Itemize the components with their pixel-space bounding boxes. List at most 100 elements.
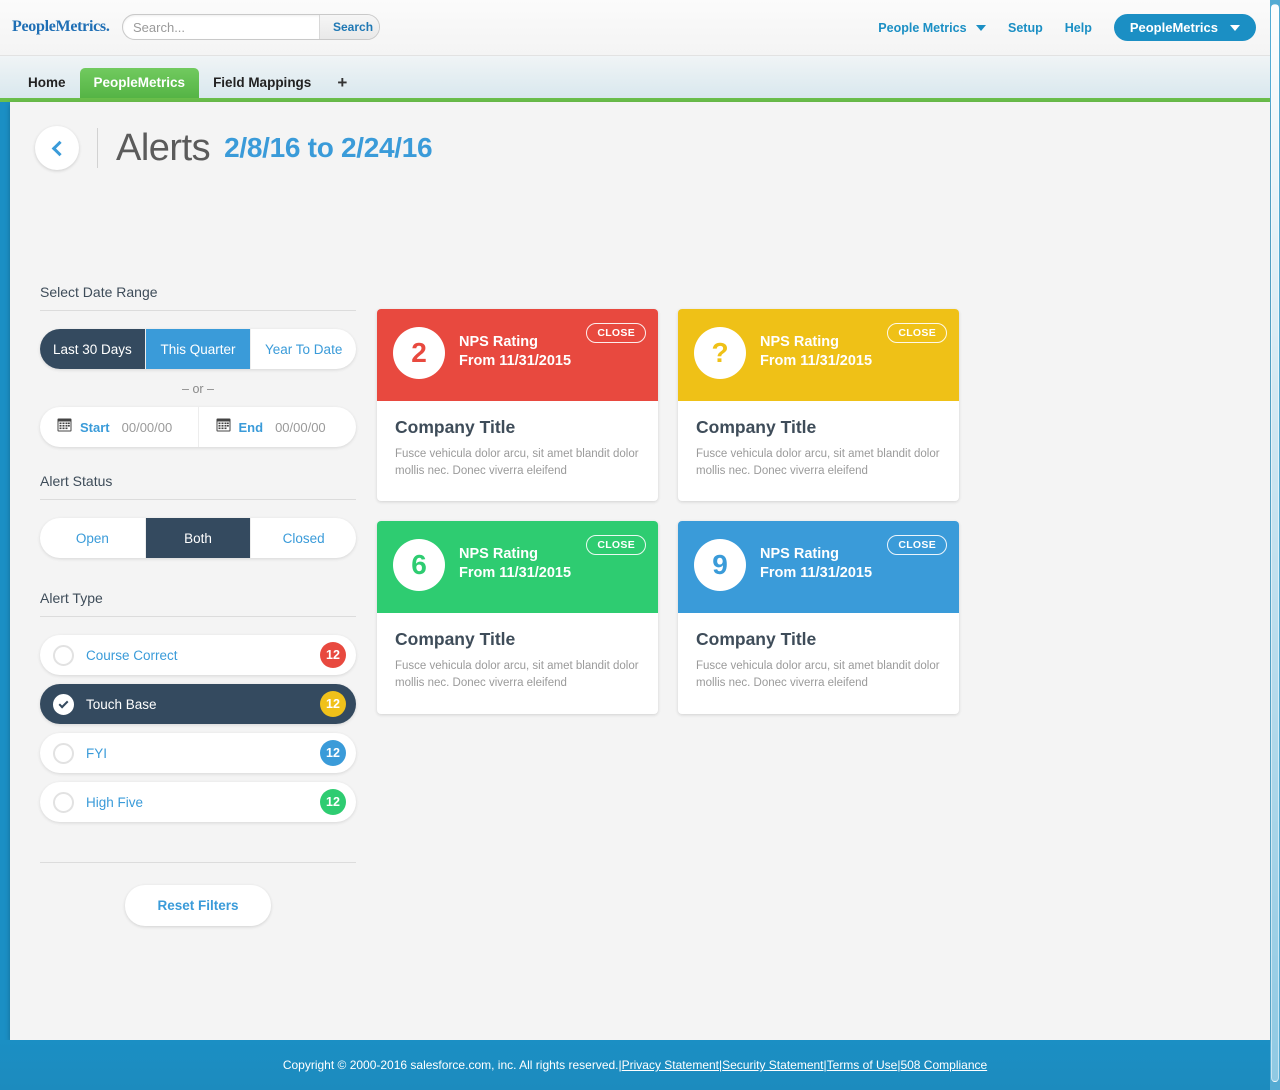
nav-people-metrics[interactable]: People Metrics — [878, 20, 987, 35]
chevron-down-icon — [1230, 24, 1240, 31]
alert-card-body: Company Title Fusce vehicula dolor arcu,… — [377, 401, 658, 501]
search-box[interactable]: Search — [122, 14, 380, 40]
status-badge: 12 — [320, 789, 346, 815]
end-date-value: 00/00/00 — [275, 419, 326, 435]
nav-people-metrics-label: People Metrics — [878, 20, 967, 35]
divider — [40, 616, 356, 617]
scrollbar-thumb[interactable] — [1271, 4, 1279, 1082]
nav-setup[interactable]: Setup — [1008, 21, 1043, 35]
alert-type-label: High Five — [86, 794, 144, 810]
tab-bar: Home PeopleMetrics Field Mappings + — [0, 56, 1270, 102]
alert-description: Fusce vehicula dolor arcu, sit amet blan… — [395, 660, 639, 690]
divider — [40, 499, 356, 500]
search-button[interactable]: Search — [319, 15, 379, 39]
end-date-label: End — [238, 419, 264, 435]
alert-type-label: FYI — [86, 745, 108, 761]
alert-card-header: 6 NPS Rating From 11/31/2015 CLOSE — [377, 521, 658, 614]
alert-status-option-open[interactable]: Open — [40, 518, 146, 558]
alert-description: Fusce vehicula dolor arcu, sit amet blan… — [696, 448, 940, 477]
date-range-option-last-30-days[interactable]: Last 30 Days — [40, 329, 146, 369]
close-button[interactable]: CLOSE — [887, 535, 947, 556]
nav-help[interactable]: Help — [1065, 21, 1092, 35]
page-content: Alerts 2/8/16 to 2/24/16 Select Date Ran… — [10, 102, 1270, 1040]
page-title: Alerts — [116, 126, 211, 169]
alert-type-course-correct[interactable]: Course Correct 12 — [40, 635, 356, 675]
alert-card-body: Company Title Fusce vehicula dolor arcu,… — [678, 613, 959, 713]
alert-status-section-label: Alert Status — [40, 473, 113, 489]
alert-card-header: 2 NPS Rating From 11/31/2015 CLOSE — [377, 309, 658, 401]
alert-company-title: Company Title — [696, 417, 817, 437]
tab-home[interactable]: Home — [14, 68, 80, 98]
tab-peoplemetrics[interactable]: PeopleMetrics — [79, 68, 200, 98]
alert-type-touch-base[interactable]: Touch Base 12 — [40, 684, 356, 724]
divider — [40, 862, 356, 863]
alert-status-segmented-control: Open Both Closed — [40, 518, 356, 558]
alert-type-high-five[interactable]: High Five 12 — [40, 782, 356, 822]
date-range-segmented-control: Last 30 Days This Quarter Year To Date — [40, 329, 356, 369]
alert-card-header-text: NPS Rating From 11/31/2015 — [760, 539, 872, 583]
alert-metric: NPS Rating — [459, 334, 538, 350]
score-circle: 2 — [393, 327, 445, 379]
alert-card-grid: 2 NPS Rating From 11/31/2015 CLOSE Compa… — [377, 309, 1259, 714]
back-button[interactable] — [35, 126, 79, 170]
page-date-range: 2/8/16 to 2/24/16 — [224, 132, 433, 163]
or-separator: – or – — [182, 382, 214, 396]
header-nav: People Metrics Setup Help PeopleMetrics — [878, 14, 1256, 41]
alert-card-header-text: NPS Rating From 11/31/2015 — [459, 539, 571, 583]
alert-status-option-both[interactable]: Both — [145, 518, 252, 558]
tab-field-mappings[interactable]: Field Mappings — [199, 68, 325, 98]
date-range-option-this-quarter[interactable]: This Quarter — [145, 329, 252, 369]
alert-company-title: Company Title — [395, 417, 516, 437]
alert-metric: NPS Rating — [760, 546, 839, 563]
alert-type-label: Touch Base — [86, 696, 157, 712]
footer-link-privacy[interactable]: Privacy Statement — [622, 1058, 719, 1072]
calendar-icon — [57, 417, 72, 437]
start-date-field[interactable]: Start 00/00/00 — [40, 407, 199, 447]
status-badge: 12 — [320, 740, 346, 766]
date-range-option-year-to-date[interactable]: Year To Date — [251, 329, 356, 369]
alert-card[interactable]: 6 NPS Rating From 11/31/2015 CLOSE Compa… — [377, 521, 658, 714]
brand-logo: PeopleMetrics. — [12, 18, 110, 35]
alert-status-option-closed[interactable]: Closed — [251, 518, 356, 558]
alert-card-header-text: NPS Rating From 11/31/2015 — [760, 327, 872, 371]
alert-type-section-label: Alert Type — [40, 590, 103, 606]
footer-link-security[interactable]: Security Statement — [722, 1058, 823, 1072]
alert-card-header: ? NPS Rating From 11/31/2015 CLOSE — [678, 309, 959, 401]
score-circle: 6 — [393, 539, 445, 592]
filters-sidebar: Select Date Range Last 30 Days This Quar… — [40, 284, 356, 926]
alert-card[interactable]: 9 NPS Rating From 11/31/2015 CLOSE Compa… — [678, 521, 959, 714]
chevron-down-icon — [976, 25, 987, 32]
alert-description: Fusce vehicula dolor arcu, sit amet blan… — [696, 660, 940, 690]
alert-metric: NPS Rating — [459, 546, 538, 563]
close-button[interactable]: CLOSE — [586, 323, 646, 343]
add-tab-button[interactable]: + — [325, 68, 359, 98]
alert-from-date: From 11/31/2015 — [760, 565, 873, 582]
close-button[interactable]: CLOSE — [586, 535, 646, 556]
user-menu-button[interactable]: PeopleMetrics — [1113, 14, 1256, 41]
date-range-section-label: Select Date Range — [40, 284, 158, 300]
check-icon — [53, 693, 74, 715]
score-circle: 9 — [694, 539, 746, 592]
footer-link-508[interactable]: 508 Compliance — [900, 1058, 987, 1072]
end-date-field[interactable]: End 00/00/00 — [199, 407, 357, 447]
reset-filters-button[interactable]: Reset Filters — [125, 885, 271, 926]
radio-icon — [53, 742, 74, 764]
alert-card[interactable]: 2 NPS Rating From 11/31/2015 CLOSE Compa… — [377, 309, 658, 502]
alert-type-label: Course Correct — [86, 647, 178, 663]
close-button[interactable]: CLOSE — [887, 323, 947, 343]
alert-type-fyi[interactable]: FYI 12 — [40, 733, 356, 773]
vertical-scrollbar[interactable] — [1270, 0, 1280, 1090]
score-circle: ? — [694, 327, 746, 379]
alert-card-body: Company Title Fusce vehicula dolor arcu,… — [678, 401, 959, 501]
radio-icon — [53, 644, 74, 666]
alert-company-title: Company Title — [696, 629, 817, 650]
divider — [40, 310, 356, 311]
chevron-left-icon — [51, 140, 67, 156]
footer-link-terms[interactable]: Terms of Use — [827, 1058, 898, 1072]
alert-card-header: 9 NPS Rating From 11/31/2015 CLOSE — [678, 521, 959, 614]
search-input[interactable] — [123, 15, 319, 39]
alert-card-body: Company Title Fusce vehicula dolor arcu,… — [377, 613, 658, 713]
alert-from-date: From 11/31/2015 — [760, 352, 873, 369]
alert-from-date: From 11/31/2015 — [459, 352, 572, 369]
alert-card[interactable]: ? NPS Rating From 11/31/2015 CLOSE Compa… — [678, 309, 959, 502]
